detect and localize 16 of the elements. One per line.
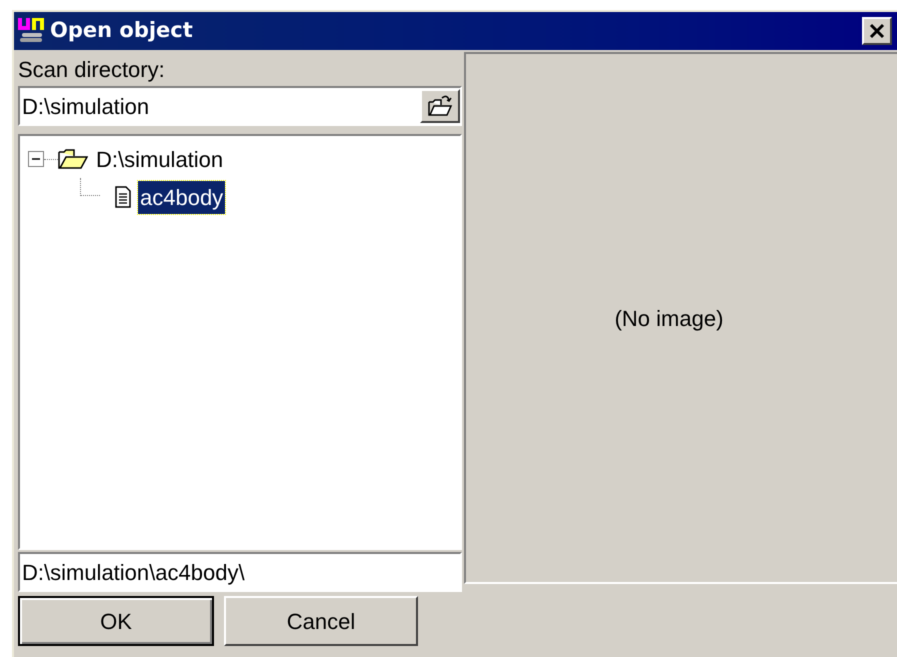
open-folder-icon (427, 94, 453, 118)
scan-directory-label: Scan directory: (18, 56, 166, 84)
dialog-button[interactable]: Cancel (224, 596, 418, 646)
close-icon (869, 23, 885, 39)
tree-item[interactable]: ac4body (138, 180, 226, 214)
document-icon (114, 186, 132, 208)
dialog-button[interactable]: OK (18, 596, 214, 646)
collapse-toggle[interactable] (28, 151, 44, 167)
path-field[interactable]: D:\simulation\ac4body\ (18, 552, 462, 592)
no-image-text: (No image) (614, 304, 724, 333)
tree-item[interactable]: D:\simulation (94, 142, 226, 176)
directory-field[interactable]: D:\simulation (18, 86, 462, 126)
browse-button[interactable] (420, 89, 460, 123)
folder-icon (58, 148, 88, 170)
close-button[interactable] (862, 17, 892, 45)
window-title: Open object (50, 17, 194, 44)
